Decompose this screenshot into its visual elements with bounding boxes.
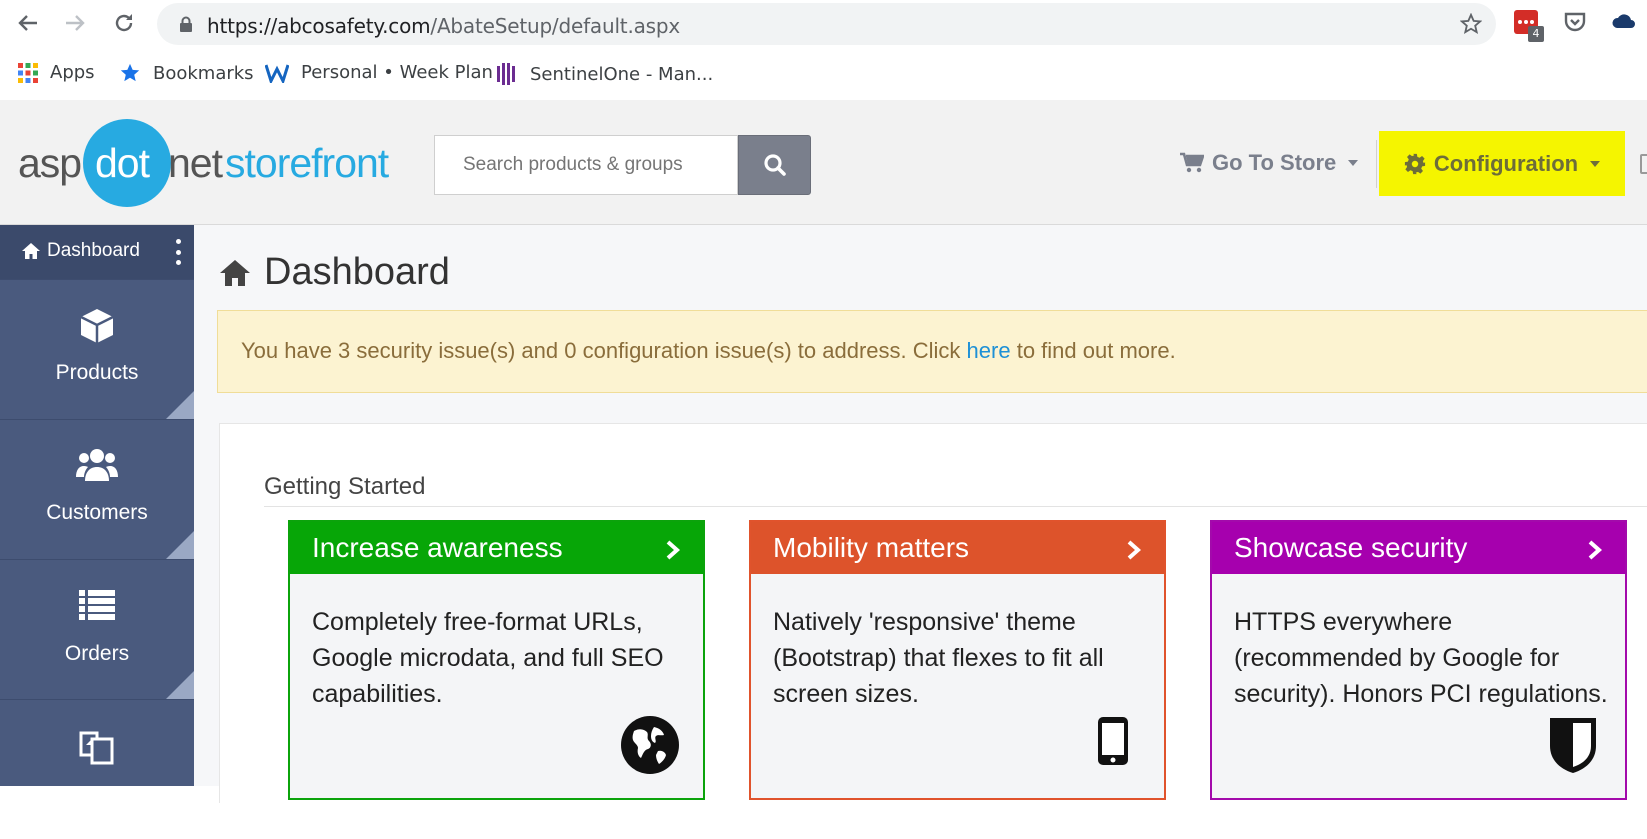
apps-grid-icon <box>18 62 38 83</box>
bookmark-bookmarks[interactable]: Bookmarks <box>119 62 254 84</box>
shopping-cart-icon <box>1180 152 1204 173</box>
card-header[interactable]: Mobility matters <box>751 522 1164 574</box>
gear-icon <box>1404 153 1425 174</box>
chevron-right-icon <box>1127 540 1142 560</box>
chevron-right-icon <box>1588 540 1603 560</box>
arrow-right-icon <box>66 15 85 31</box>
alert-link[interactable]: here <box>967 338 1011 363</box>
more-options-icon[interactable] <box>174 239 182 265</box>
users-icon <box>76 449 118 481</box>
expand-corner <box>166 531 194 559</box>
storefront-logo[interactable]: asp dot net storefront <box>18 118 398 208</box>
window-toggle-icon[interactable] <box>1640 154 1647 174</box>
extension-badge: 4 <box>1528 26 1544 42</box>
shield-icon <box>1550 718 1596 773</box>
card-mobility-matters[interactable]: Mobility matters Natively 'responsive' t… <box>749 520 1166 800</box>
pocket-extension[interactable] <box>1563 10 1591 38</box>
cloud-extension[interactable] <box>1611 10 1639 38</box>
bookmark-week-plan[interactable]: Personal • Week Plan <box>265 62 493 83</box>
getting-started-panel: Getting Started Increase awareness Compl… <box>219 423 1647 803</box>
go-to-store-menu[interactable]: Go To Store <box>1180 150 1359 176</box>
reload-icon <box>115 14 133 32</box>
pocket-icon <box>1564 12 1586 32</box>
header-divider <box>1376 140 1377 188</box>
bookmark-star-icon[interactable] <box>1460 13 1482 35</box>
copy-icon <box>79 731 114 765</box>
sidebar-item-orders[interactable]: Orders <box>0 559 194 699</box>
bookmarks-bar: Apps Bookmarks Personal • Week Plan Sent… <box>0 48 1647 100</box>
address-bar[interactable]: https://abcosafety.com/AbateSetup/defaul… <box>157 3 1496 45</box>
card-header[interactable]: Showcase security <box>1212 522 1625 574</box>
search-button[interactable] <box>738 135 811 195</box>
sidebar-item-content[interactable] <box>0 699 194 839</box>
cloud-icon <box>1612 14 1635 28</box>
w-logo-icon <box>265 64 289 83</box>
search-icon <box>763 154 786 176</box>
sidebar-item-customers[interactable]: Customers <box>0 419 194 559</box>
globe-icon <box>621 716 679 774</box>
chevron-down-icon <box>1590 160 1601 167</box>
sidebar-header: Dashboard <box>0 225 194 279</box>
back-button[interactable] <box>12 7 44 39</box>
page-title: Dashboard <box>218 251 450 294</box>
lock-icon <box>180 16 192 32</box>
arrow-left-icon <box>18 15 37 31</box>
mobile-phone-icon <box>1098 717 1128 765</box>
section-title: Getting Started <box>264 473 426 500</box>
reload-button[interactable] <box>108 7 140 39</box>
star-icon <box>120 63 140 82</box>
chevron-right-icon <box>666 540 681 560</box>
card-header[interactable]: Increase awareness <box>290 522 703 574</box>
lastpass-extension[interactable]: 4 <box>1514 10 1544 42</box>
cube-icon <box>80 309 114 343</box>
expand-corner <box>166 391 194 419</box>
main-content: Dashboard You have 3 security issue(s) a… <box>194 225 1647 803</box>
card-showcase-security[interactable]: Showcase security HTTPS everywhere (reco… <box>1210 520 1627 800</box>
sentinelone-icon <box>497 63 515 85</box>
sidebar-item-products[interactable]: Products <box>0 279 194 419</box>
forward-button[interactable] <box>59 7 91 39</box>
home-icon <box>22 243 40 259</box>
list-icon <box>79 590 115 620</box>
configuration-menu[interactable]: Configuration <box>1379 131 1625 196</box>
sidebar-item-dashboard[interactable]: Dashboard <box>21 240 140 262</box>
card-increase-awareness[interactable]: Increase awareness Completely free-forma… <box>288 520 705 800</box>
sidebar: Dashboard Products Customers Orders <box>0 225 194 786</box>
url-text: https://abcosafety.com/AbateSetup/defaul… <box>207 14 681 38</box>
expand-corner <box>166 671 194 699</box>
security-alert: You have 3 security issue(s) and 0 confi… <box>217 310 1647 393</box>
browser-toolbar: https://abcosafety.com/AbateSetup/defaul… <box>0 0 1647 48</box>
search-input[interactable] <box>434 135 738 195</box>
section-divider <box>264 506 1647 507</box>
home-icon <box>220 259 250 286</box>
bookmark-apps[interactable]: Apps <box>18 62 95 83</box>
bookmark-sentinelone[interactable]: SentinelOne - Man... <box>496 62 713 86</box>
chevron-down-icon <box>1348 160 1359 166</box>
